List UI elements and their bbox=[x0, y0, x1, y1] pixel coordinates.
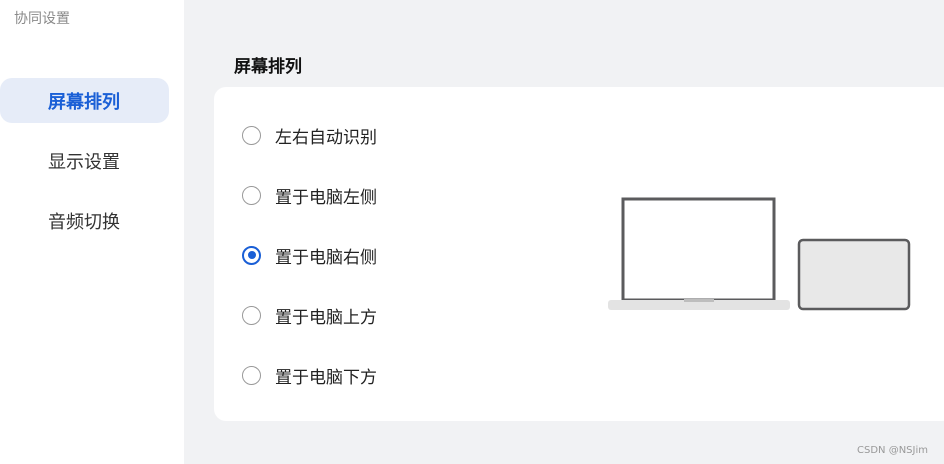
arrangement-illustration bbox=[608, 197, 911, 311]
radio-option-bottom[interactable]: 置于电脑下方 bbox=[242, 364, 377, 388]
radio-option-top[interactable]: 置于电脑上方 bbox=[242, 304, 377, 328]
radio-button[interactable] bbox=[242, 365, 261, 385]
app-title: 协同设置 bbox=[14, 11, 70, 27]
radio-label: 左右自动识别 bbox=[275, 127, 377, 148]
radio-button[interactable] bbox=[242, 125, 261, 145]
radio-option-auto-detect[interactable]: 左右自动识别 bbox=[242, 124, 377, 148]
sidebar-item-label: 屏幕排列 bbox=[48, 91, 120, 113]
sidebar-item-label: 显示设置 bbox=[48, 151, 120, 173]
radio-button-checked[interactable] bbox=[242, 245, 261, 265]
section-title: 屏幕排列 bbox=[234, 57, 302, 77]
sidebar-item-display-settings[interactable]: 显示设置 bbox=[0, 138, 169, 183]
laptop-icon bbox=[608, 197, 790, 310]
sidebar-item-audio-switch[interactable]: 音频切换 bbox=[0, 198, 169, 243]
radio-option-left[interactable]: 置于电脑左侧 bbox=[242, 184, 377, 208]
radio-button[interactable] bbox=[242, 305, 261, 325]
radio-label: 置于电脑左侧 bbox=[275, 187, 377, 208]
sidebar: 协同设置 屏幕排列 显示设置 音频切换 bbox=[0, 0, 184, 464]
tablet-icon bbox=[797, 238, 911, 311]
watermark: CSDN @NSJim bbox=[857, 445, 928, 456]
radio-label: 置于电脑下方 bbox=[275, 367, 377, 388]
radio-label: 置于电脑上方 bbox=[275, 307, 377, 328]
sidebar-item-label: 音频切换 bbox=[48, 211, 120, 233]
radio-option-right[interactable]: 置于电脑右侧 bbox=[242, 244, 377, 268]
radio-button[interactable] bbox=[242, 185, 261, 205]
radio-label: 置于电脑右侧 bbox=[275, 247, 377, 268]
sidebar-item-screen-arrangement[interactable]: 屏幕排列 bbox=[0, 78, 169, 123]
